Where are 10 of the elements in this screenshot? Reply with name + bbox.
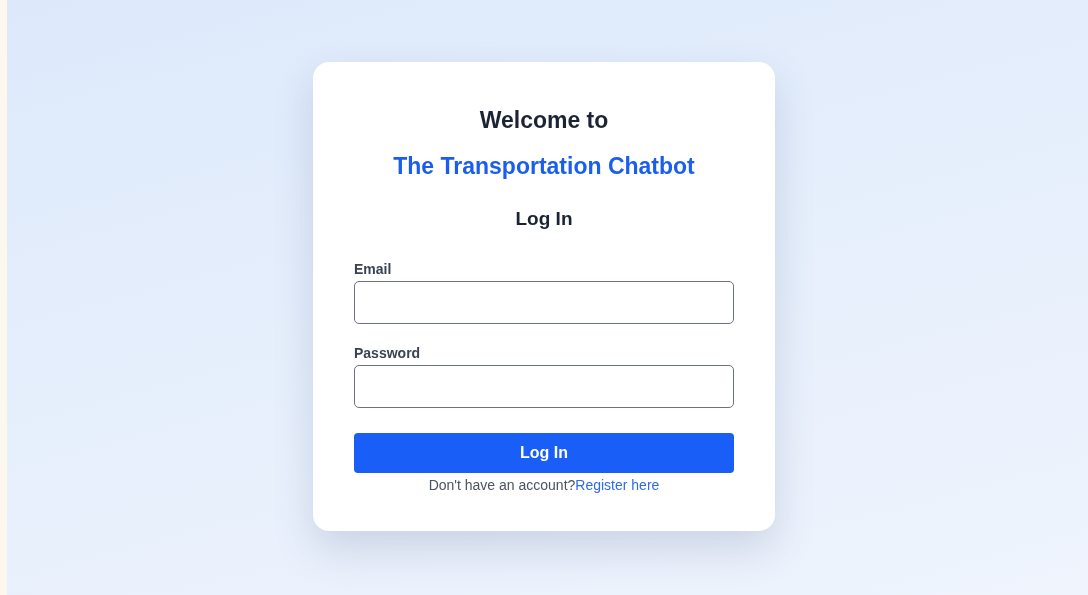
welcome-title: Welcome to — [479, 106, 609, 134]
input-field[interactable] — [354, 281, 734, 324]
register-prompt: Don't have an account?Register here — [428, 477, 660, 494]
field-label: Password — [354, 345, 421, 362]
login-button[interactable]: Log In — [354, 433, 734, 473]
form-heading: Log In — [515, 207, 573, 231]
app-name: The Transportation Chatbot — [393, 152, 695, 180]
register-link[interactable]: Register here — [575, 477, 660, 493]
input-field[interactable] — [354, 365, 734, 408]
field-label: Email — [354, 261, 392, 278]
